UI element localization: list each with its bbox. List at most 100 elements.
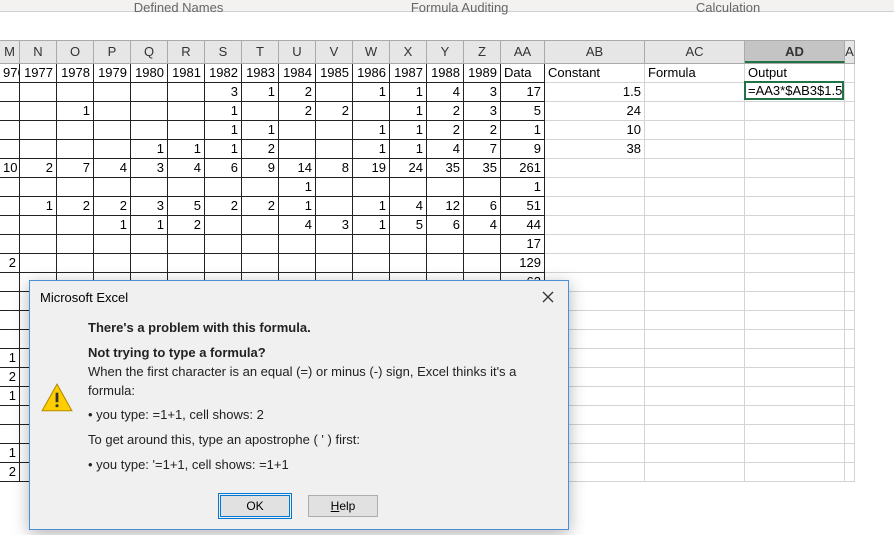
cell[interactable] bbox=[57, 140, 94, 159]
cell[interactable]: 1 bbox=[205, 121, 242, 140]
cell[interactable] bbox=[242, 178, 279, 197]
column-header-AC[interactable]: AC bbox=[645, 41, 745, 63]
cell[interactable] bbox=[316, 197, 353, 216]
cell[interactable]: Output bbox=[745, 64, 845, 83]
cell[interactable]: 1985 bbox=[316, 64, 353, 83]
cell[interactable]: 3 bbox=[464, 83, 501, 102]
cell[interactable] bbox=[645, 254, 745, 273]
cell[interactable] bbox=[353, 254, 390, 273]
table-row[interactable]: 17 bbox=[0, 235, 855, 254]
cell[interactable] bbox=[845, 159, 855, 178]
cell[interactable]: 1 bbox=[353, 140, 390, 159]
cell[interactable] bbox=[0, 216, 20, 235]
cell[interactable] bbox=[20, 102, 57, 121]
cell[interactable] bbox=[57, 83, 94, 102]
cell[interactable] bbox=[0, 292, 20, 311]
table-row[interactable]: 11243156444 bbox=[0, 216, 855, 235]
cell[interactable] bbox=[845, 425, 855, 444]
cell[interactable] bbox=[845, 292, 855, 311]
cell[interactable] bbox=[168, 83, 205, 102]
cell[interactable] bbox=[131, 254, 168, 273]
cell[interactable]: 4 bbox=[168, 159, 205, 178]
cell[interactable] bbox=[845, 83, 855, 102]
cell[interactable] bbox=[168, 102, 205, 121]
cell[interactable] bbox=[745, 159, 845, 178]
cell[interactable] bbox=[645, 235, 745, 254]
cell[interactable]: 2 bbox=[94, 197, 131, 216]
cell[interactable]: 1 bbox=[390, 121, 427, 140]
table-row[interactable]: 11121147938 bbox=[0, 140, 855, 159]
cell[interactable] bbox=[0, 330, 20, 349]
cell[interactable] bbox=[745, 178, 845, 197]
cell[interactable]: 1 bbox=[501, 178, 545, 197]
cell[interactable]: Constant bbox=[545, 64, 645, 83]
cell[interactable]: 9 bbox=[242, 159, 279, 178]
cell[interactable] bbox=[845, 387, 855, 406]
cell[interactable]: 35 bbox=[427, 159, 464, 178]
table-row[interactable]: 111122110 bbox=[0, 121, 855, 140]
table-row[interactable]: 11 bbox=[0, 178, 855, 197]
cell[interactable] bbox=[57, 216, 94, 235]
cell[interactable]: 9 bbox=[501, 140, 545, 159]
cell[interactable] bbox=[745, 406, 845, 425]
table-row[interactable]: 3121143171.5 bbox=[0, 83, 855, 102]
cell[interactable]: 24 bbox=[390, 159, 427, 178]
cell[interactable] bbox=[545, 216, 645, 235]
cell[interactable]: 6 bbox=[464, 197, 501, 216]
cell[interactable] bbox=[316, 140, 353, 159]
column-header-N[interactable]: N bbox=[20, 41, 57, 63]
cell[interactable] bbox=[845, 64, 855, 83]
cell[interactable]: 6 bbox=[205, 159, 242, 178]
cell[interactable] bbox=[242, 102, 279, 121]
cell[interactable]: Data bbox=[501, 64, 545, 83]
cell[interactable] bbox=[745, 368, 845, 387]
table-row[interactable]: 10274346914819243535261 bbox=[0, 159, 855, 178]
cell[interactable] bbox=[645, 387, 745, 406]
cell[interactable]: 1 bbox=[501, 121, 545, 140]
cell[interactable]: 1 bbox=[390, 102, 427, 121]
cell[interactable] bbox=[390, 254, 427, 273]
cell[interactable]: 2 bbox=[0, 368, 20, 387]
column-header-AE[interactable]: A bbox=[845, 41, 855, 63]
cell[interactable] bbox=[94, 121, 131, 140]
cell[interactable] bbox=[94, 235, 131, 254]
cell[interactable]: 1988 bbox=[427, 64, 464, 83]
cell[interactable]: 24 bbox=[545, 102, 645, 121]
cell[interactable]: 38 bbox=[545, 140, 645, 159]
cell[interactable] bbox=[131, 102, 168, 121]
cell[interactable] bbox=[316, 235, 353, 254]
column-header-Z[interactable]: Z bbox=[464, 41, 501, 63]
column-header-X[interactable]: X bbox=[390, 41, 427, 63]
cell[interactable]: 1 bbox=[279, 178, 316, 197]
column-header-AD[interactable]: AD bbox=[745, 41, 845, 63]
cell[interactable] bbox=[845, 444, 855, 463]
cell[interactable] bbox=[0, 121, 20, 140]
column-header-R[interactable]: R bbox=[168, 41, 205, 63]
table-row[interactable]: 1122123524 bbox=[0, 102, 855, 121]
cell[interactable] bbox=[745, 197, 845, 216]
column-header-T[interactable]: T bbox=[242, 41, 279, 63]
cell[interactable] bbox=[57, 235, 94, 254]
cell[interactable] bbox=[390, 235, 427, 254]
cell[interactable]: 1987 bbox=[390, 64, 427, 83]
cell[interactable]: 1981 bbox=[168, 64, 205, 83]
cell[interactable]: 1 bbox=[131, 140, 168, 159]
cell[interactable]: 3 bbox=[316, 216, 353, 235]
cell[interactable] bbox=[316, 178, 353, 197]
cell[interactable]: 19 bbox=[353, 159, 390, 178]
cell[interactable] bbox=[545, 197, 645, 216]
cell[interactable]: 2 bbox=[427, 102, 464, 121]
cell[interactable]: 1 bbox=[20, 197, 57, 216]
cell[interactable]: 1 bbox=[353, 197, 390, 216]
cell[interactable]: 2 bbox=[279, 102, 316, 121]
cell[interactable] bbox=[20, 235, 57, 254]
cell[interactable]: 3 bbox=[131, 197, 168, 216]
cell[interactable]: 1 bbox=[390, 140, 427, 159]
cell[interactable]: 2 bbox=[0, 254, 20, 273]
column-header-S[interactable]: S bbox=[205, 41, 242, 63]
cell[interactable] bbox=[845, 121, 855, 140]
cell[interactable]: 2 bbox=[316, 102, 353, 121]
cell[interactable] bbox=[645, 273, 745, 292]
cell[interactable] bbox=[0, 425, 20, 444]
cell[interactable] bbox=[205, 178, 242, 197]
